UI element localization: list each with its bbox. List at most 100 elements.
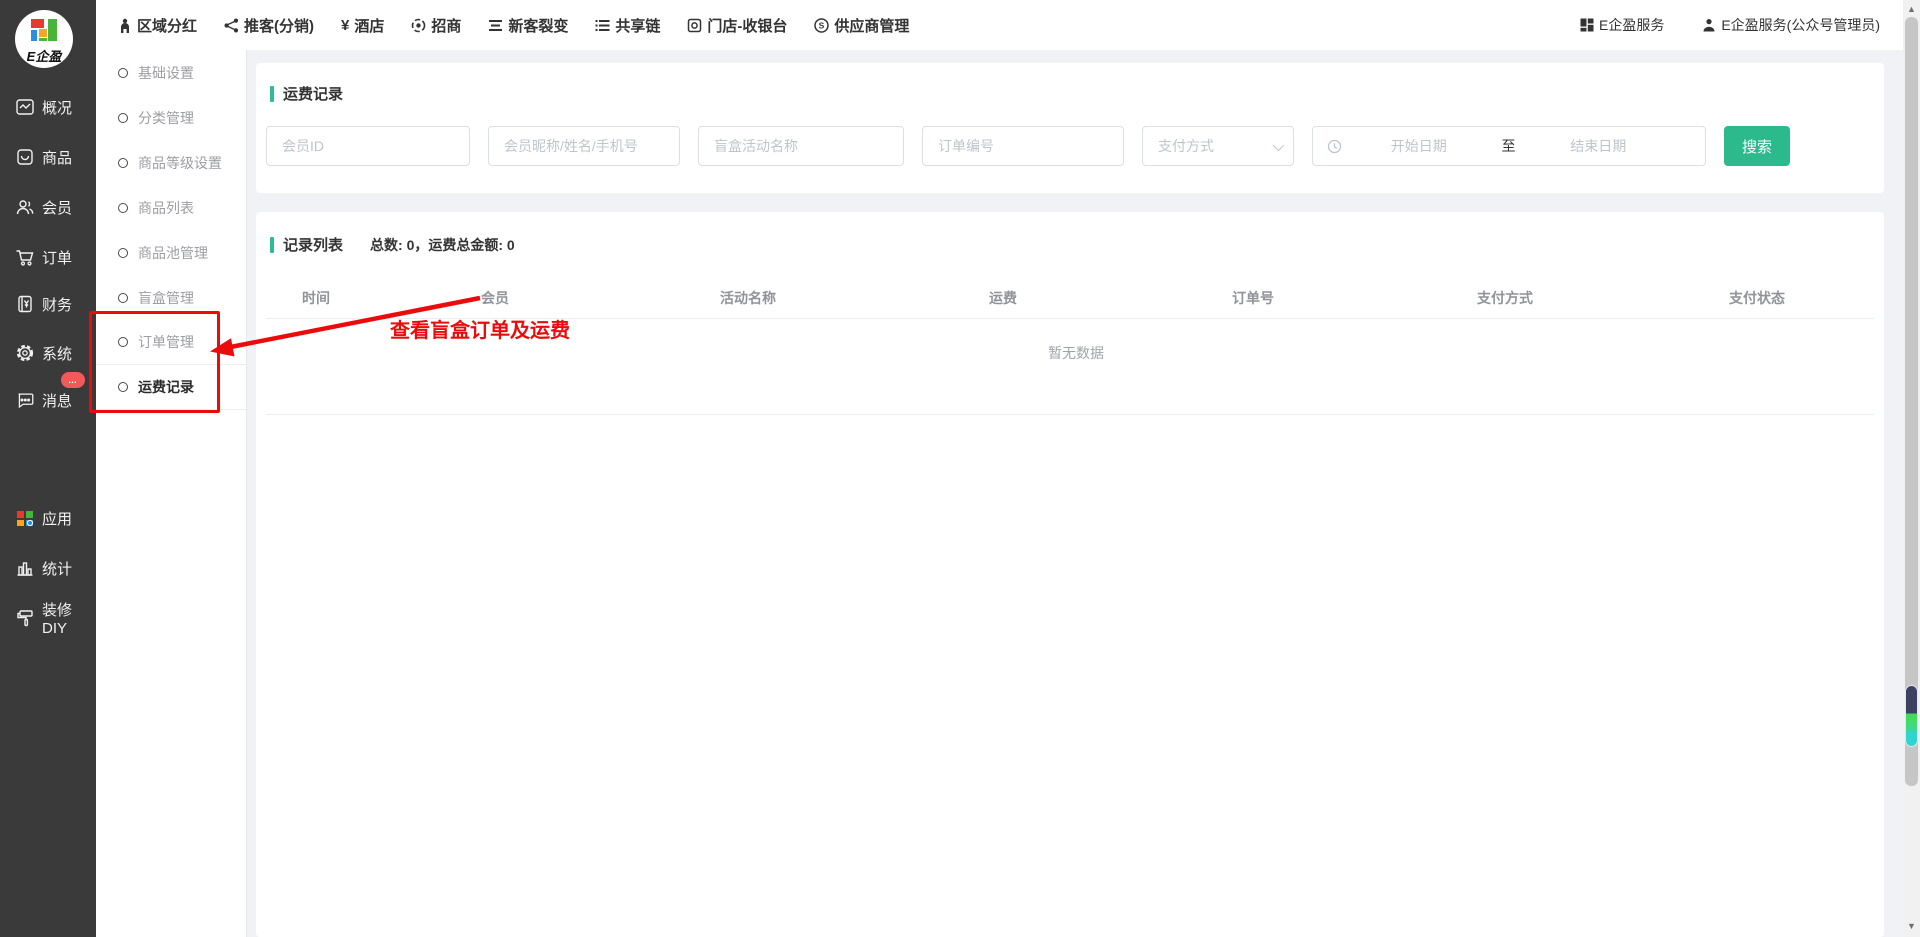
record-summary: 总数: 0，运费总金额: 0	[370, 235, 515, 255]
submenu-item-label: 商品列表	[138, 198, 194, 218]
apps-grid-icon	[15, 508, 35, 528]
finance-ledger-icon	[15, 294, 35, 314]
panel-title-text: 运费记录	[283, 83, 343, 104]
logo-blocks-icon	[29, 18, 59, 48]
freight-record-search-panel: 运费记录 支付方式 开始日期 至 结束日期 搜索	[256, 63, 1884, 193]
submenu-item-label: 商品等级设置	[138, 153, 222, 173]
sidebar-item-label: 订单	[42, 247, 72, 268]
top-nav-right: E企盈服务 E企盈服务(公众号管理员)	[1580, 0, 1880, 50]
submenu-item-basic-settings[interactable]: 基础设置	[96, 50, 246, 95]
sidebar-item-stats[interactable]: 统计	[0, 551, 96, 585]
circle-icon	[118, 248, 128, 258]
service-label: E企盈服务	[1599, 15, 1664, 35]
sidebar-item-label: 统计	[42, 558, 72, 579]
sidebar-item-messages[interactable]: 消息	[0, 383, 96, 417]
submenu-item-label: 运费记录	[138, 377, 194, 397]
triple-bars-icon	[488, 19, 503, 32]
sidebar-item-orders[interactable]: 订单	[0, 240, 96, 274]
sidebar-item-system[interactable]: 系统	[0, 336, 96, 370]
blind-box-activity-input[interactable]	[698, 126, 904, 166]
logo-text: E企盈	[15, 46, 73, 65]
account-label: E企盈服务(公众号管理员)	[1721, 15, 1880, 35]
nav-item-hotel[interactable]: ¥ 酒店	[341, 15, 384, 36]
start-date-placeholder: 开始日期	[1342, 136, 1496, 156]
submenu-item-label: 商品池管理	[138, 243, 208, 263]
main-sidebar: E企盈 概况 商品 会员 订单 财务 系统 消息 … 应用 统计 装修DIY	[0, 0, 96, 937]
nav-item-label: 新客裂变	[508, 15, 568, 36]
account-menu[interactable]: E企盈服务(公众号管理员)	[1702, 15, 1880, 35]
nav-item-region-dividend[interactable]: 区域分红	[118, 15, 197, 36]
member-id-input[interactable]	[266, 126, 470, 166]
scrollbar-track[interactable]	[1905, 17, 1918, 786]
circle-icon	[118, 203, 128, 213]
submenu-item-freight-records[interactable]: 运费记录	[96, 365, 246, 410]
message-badge: …	[61, 372, 85, 388]
sidebar-item-label: 系统	[42, 343, 72, 364]
top-nav: 区域分红 推客(分销) ¥ 酒店 招商 新客裂变 共享链 门店-收银台 S 供应…	[96, 0, 1920, 50]
nav-item-new-customer-fission[interactable]: 新客裂变	[488, 15, 568, 36]
service-menu[interactable]: E企盈服务	[1580, 15, 1664, 35]
column-header-pay-method: 支付方式	[1477, 288, 1533, 308]
sidebar-item-overview[interactable]: 概况	[0, 90, 96, 124]
submenu-item-label: 订单管理	[138, 332, 194, 352]
date-range-picker[interactable]: 开始日期 至 结束日期	[1312, 126, 1706, 166]
member-info-input[interactable]	[488, 126, 680, 166]
submenu-item-goods-list[interactable]: 商品列表	[96, 185, 246, 230]
list-icon	[595, 19, 610, 32]
submenu-item-label: 基础设置	[138, 63, 194, 83]
nav-item-supplier-management[interactable]: S 供应商管理	[814, 15, 909, 36]
submenu-item-goods-level-settings[interactable]: 商品等级设置	[96, 140, 246, 185]
annotation-text: 查看盲盒订单及运费	[390, 314, 570, 343]
submenu-item-order-management[interactable]: 订单管理	[96, 320, 246, 365]
circle-icon	[118, 337, 128, 347]
sidebar-item-label: 应用	[42, 508, 72, 529]
nav-item-promoter[interactable]: 推客(分销)	[224, 15, 314, 36]
nav-item-share-chain[interactable]: 共享链	[595, 15, 660, 36]
pay-method-select[interactable]: 支付方式	[1142, 126, 1294, 166]
column-header-pay-status: 支付状态	[1729, 288, 1785, 308]
person-award-icon	[118, 18, 132, 33]
sidebar-item-label: 会员	[42, 197, 72, 218]
nav-item-label: 推客(分销)	[244, 15, 314, 36]
panel-title: 记录列表 总数: 0，运费总金额: 0	[270, 234, 515, 255]
sidebar-item-label: 财务	[42, 294, 72, 315]
nav-item-investment[interactable]: 招商	[411, 15, 461, 36]
share-icon	[224, 18, 239, 33]
circle-icon	[118, 293, 128, 303]
submenu-item-label: 分类管理	[138, 108, 194, 128]
app-logo: E企盈	[15, 10, 73, 68]
submenu-item-blind-box-management[interactable]: 盲盒管理	[96, 275, 246, 320]
title-accent-bar	[270, 86, 274, 102]
submenu-item-goods-pool-management[interactable]: 商品池管理	[96, 230, 246, 275]
sidebar-item-label: 概况	[42, 97, 72, 118]
nav-item-label: 供应商管理	[834, 15, 909, 36]
nav-item-label: 酒店	[354, 15, 384, 36]
sidebar-item-members[interactable]: 会员	[0, 190, 96, 224]
sidebar-item-decorate-diy[interactable]: 装修DIY	[0, 601, 96, 635]
members-icon	[15, 197, 35, 217]
scrollbar-thumb[interactable]	[1905, 685, 1918, 747]
page-scrollbar: ▲ ▼	[1903, 0, 1920, 937]
column-header-member: 会员	[481, 288, 509, 308]
message-bubble-icon	[15, 390, 35, 410]
search-button[interactable]: 搜索	[1724, 126, 1790, 166]
overview-chart-icon	[15, 97, 35, 117]
order-no-input[interactable]	[922, 126, 1124, 166]
sidebar-item-finance[interactable]: 财务	[0, 287, 96, 321]
chevron-down-icon	[1273, 140, 1284, 151]
submenu-item-category-management[interactable]: 分类管理	[96, 95, 246, 140]
recycle-circle-icon	[411, 18, 426, 33]
stats-bars-icon	[15, 558, 35, 578]
clock-icon	[1327, 139, 1342, 154]
nav-item-label: 共享链	[615, 15, 660, 36]
column-header-time: 时间	[302, 288, 330, 308]
sidebar-item-goods[interactable]: 商品	[0, 140, 96, 174]
scroll-up-arrow-icon[interactable]: ▲	[1903, 3, 1920, 15]
scroll-down-arrow-icon[interactable]: ▼	[1903, 920, 1920, 932]
grid-icon	[1580, 18, 1594, 32]
nav-item-store-cashier[interactable]: 门店-收银台	[687, 15, 787, 36]
sidebar-item-apps[interactable]: 应用	[0, 501, 96, 535]
circle-icon	[118, 382, 128, 392]
sub-sidebar: 基础设置 分类管理 商品等级设置 商品列表 商品池管理 盲盒管理 订单管理 运费…	[96, 50, 247, 937]
gear-icon	[15, 343, 35, 363]
